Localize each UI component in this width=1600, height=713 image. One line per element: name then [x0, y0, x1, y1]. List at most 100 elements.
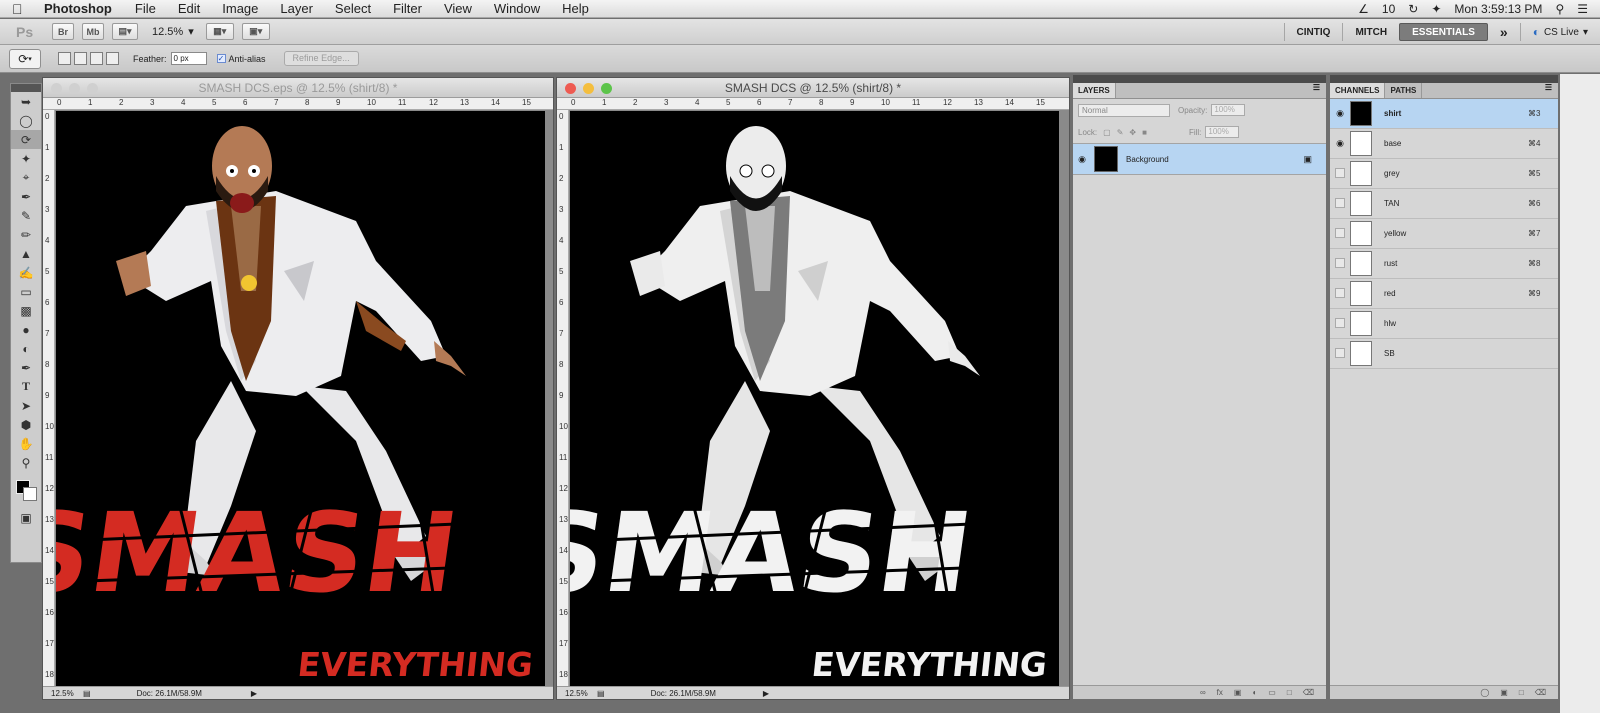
- visibility-eye-icon[interactable]: ◉: [1073, 154, 1091, 165]
- menu-window[interactable]: Window: [494, 1, 540, 16]
- fill-input[interactable]: 100%: [1205, 126, 1240, 138]
- arrange-documents-button[interactable]: ▦▾: [205, 23, 234, 40]
- screen-mode-button[interactable]: ▣▾: [241, 23, 270, 40]
- vertical-ruler[interactable]: 0 1 2 3 4 5 6 7 8 9 10 11 12 13 14 15 16 17 18: [557, 110, 569, 688]
- gradient-tool-icon[interactable]: ▩: [11, 301, 41, 320]
- menu-image[interactable]: Image: [222, 1, 258, 16]
- type-tool-icon[interactable]: T: [11, 377, 41, 396]
- app-name-menu[interactable]: Photoshop: [44, 1, 112, 16]
- link-layers-icon[interactable]: ∞: [1200, 688, 1206, 697]
- visibility-toggle[interactable]: [1330, 227, 1350, 240]
- notification-list-icon[interactable]: ☰: [1577, 2, 1588, 16]
- blend-mode-select[interactable]: Normal: [1078, 103, 1170, 117]
- delete-channel-icon[interactable]: ⌫: [1535, 688, 1546, 697]
- visibility-toggle[interactable]: [1330, 197, 1350, 210]
- visibility-eye-icon[interactable]: ◉: [1330, 138, 1350, 149]
- shape-tool-icon[interactable]: ⬢: [11, 415, 41, 434]
- visibility-toggle[interactable]: [1330, 287, 1350, 300]
- close-button[interactable]: [51, 83, 62, 94]
- lasso-tool-icon[interactable]: ⟳: [11, 130, 41, 149]
- feather-input[interactable]: 0 px: [170, 52, 207, 65]
- zoom-tool-icon[interactable]: ⚲: [11, 453, 41, 472]
- mini-bridge-button[interactable]: Mb: [82, 23, 104, 40]
- path-selection-tool-icon[interactable]: ➤: [11, 396, 41, 415]
- panel-grip[interactable]: [1330, 75, 1558, 83]
- move-tool-icon[interactable]: ➥: [11, 92, 41, 111]
- clock[interactable]: Mon 3:59:13 PM: [1454, 2, 1542, 16]
- layer-style-icon[interactable]: fx: [1217, 688, 1223, 697]
- add-selection-button[interactable]: [74, 52, 87, 65]
- background-color-swatch[interactable]: [23, 487, 37, 501]
- zoom-button[interactable]: [601, 83, 612, 94]
- status-zoom[interactable]: 12.5%: [43, 689, 83, 698]
- workspace-essentials[interactable]: ESSENTIALS: [1399, 23, 1488, 41]
- zoom-button[interactable]: [87, 83, 98, 94]
- channel-row[interactable]: TAN ⌘6: [1330, 189, 1558, 219]
- new-layer-icon[interactable]: □: [1287, 688, 1292, 697]
- network-icon[interactable]: ✦: [1431, 2, 1441, 16]
- new-group-icon[interactable]: ▭: [1268, 688, 1276, 697]
- crop-tool-icon[interactable]: ⌖: [11, 168, 41, 187]
- hand-tool-icon[interactable]: ✋: [11, 434, 41, 453]
- status-icon[interactable]: ▤: [83, 689, 91, 698]
- pen-tool-icon[interactable]: ✒: [11, 358, 41, 377]
- time-machine-icon[interactable]: ↻: [1408, 2, 1418, 16]
- document-canvas[interactable]: SMASH EVERYTHING: [56, 111, 545, 689]
- channel-row[interactable]: red ⌘9: [1330, 279, 1558, 309]
- bridge-button[interactable]: Br: [52, 23, 74, 40]
- channel-row[interactable]: yellow ⌘7: [1330, 219, 1558, 249]
- workspace-mitch[interactable]: MITCH: [1342, 23, 1399, 41]
- channel-row[interactable]: SB: [1330, 339, 1558, 369]
- apple-menu-icon[interactable]: : [12, 1, 34, 17]
- status-menu-arrow-icon[interactable]: ▶: [763, 689, 769, 698]
- menu-select[interactable]: Select: [335, 1, 371, 16]
- refine-edge-button[interactable]: Refine Edge...: [283, 51, 359, 66]
- channel-row[interactable]: hlw: [1330, 309, 1558, 339]
- load-channel-selection-icon[interactable]: ◯: [1480, 688, 1489, 697]
- menu-edit[interactable]: Edit: [178, 1, 200, 16]
- adjustment-layer-icon[interactable]: ◐: [1252, 688, 1257, 697]
- spotlight-search-icon[interactable]: ⚲: [1555, 2, 1564, 16]
- panel-menu-icon[interactable]: ☰: [1313, 83, 1326, 98]
- panel-menu-icon[interactable]: ☰: [1545, 83, 1558, 98]
- save-selection-channel-icon[interactable]: ▣: [1500, 688, 1508, 697]
- channel-row[interactable]: rust ⌘8: [1330, 249, 1558, 279]
- menu-help[interactable]: Help: [562, 1, 589, 16]
- document-titlebar[interactable]: SMASH DCS.eps @ 12.5% (shirt/8) *: [43, 78, 553, 98]
- cs-live-button[interactable]: ◐ CS Live ▾: [1519, 23, 1600, 41]
- subtract-selection-button[interactable]: [90, 52, 103, 65]
- brush-tool-icon[interactable]: ✏: [11, 225, 41, 244]
- blur-tool-icon[interactable]: ●: [11, 320, 41, 339]
- menu-filter[interactable]: Filter: [393, 1, 422, 16]
- vertical-ruler[interactable]: 0 1 2 3 4 5 6 7 8 9 10 11 12 13 14 15 16 17 18: [43, 110, 55, 688]
- delete-layer-icon[interactable]: ⌫: [1303, 688, 1314, 697]
- eyedropper-tool-icon[interactable]: ✒: [11, 187, 41, 206]
- lock-transparent-icon[interactable]: ▢: [1103, 128, 1111, 137]
- menu-view[interactable]: View: [444, 1, 472, 16]
- layer-row[interactable]: ◉ Background ▣: [1073, 143, 1326, 175]
- visibility-eye-icon[interactable]: ◉: [1330, 108, 1350, 119]
- close-button[interactable]: [565, 83, 576, 94]
- new-selection-button[interactable]: [58, 52, 71, 65]
- status-icon[interactable]: ▤: [597, 689, 605, 698]
- adobe-status-icon[interactable]: ∠: [1358, 2, 1369, 16]
- horizontal-ruler[interactable]: 0 1 2 3 4 5 6 7 8 9 10 11 12 13 14 15: [557, 98, 1069, 110]
- visibility-toggle[interactable]: [1330, 317, 1350, 330]
- view-extras-button[interactable]: ▤▾: [112, 23, 138, 40]
- status-menu-arrow-icon[interactable]: ▶: [251, 689, 257, 698]
- tools-panel-grip[interactable]: [11, 84, 41, 92]
- history-brush-tool-icon[interactable]: ✍: [11, 263, 41, 282]
- opacity-input[interactable]: 100%: [1211, 104, 1246, 116]
- tab-layers[interactable]: LAYERS: [1073, 83, 1116, 98]
- workspace-cintiq[interactable]: CINTIQ: [1283, 23, 1343, 41]
- horizontal-ruler[interactable]: 0 1 2 3 4 5 6 7 8 9 10 11 12 13 14 15: [43, 98, 553, 110]
- visibility-toggle[interactable]: [1330, 347, 1350, 360]
- panel-grip[interactable]: [1073, 75, 1326, 83]
- menu-layer[interactable]: Layer: [280, 1, 313, 16]
- menu-file[interactable]: File: [135, 1, 156, 16]
- channel-row[interactable]: ◉ shirt ⌘3: [1330, 99, 1558, 129]
- document-canvas[interactable]: SMASH EVERYTHING: [570, 111, 1059, 689]
- lock-position-icon[interactable]: ✥: [1129, 128, 1136, 137]
- status-zoom[interactable]: 12.5%: [557, 689, 597, 698]
- anti-alias-checkbox[interactable]: ✓: [216, 54, 226, 63]
